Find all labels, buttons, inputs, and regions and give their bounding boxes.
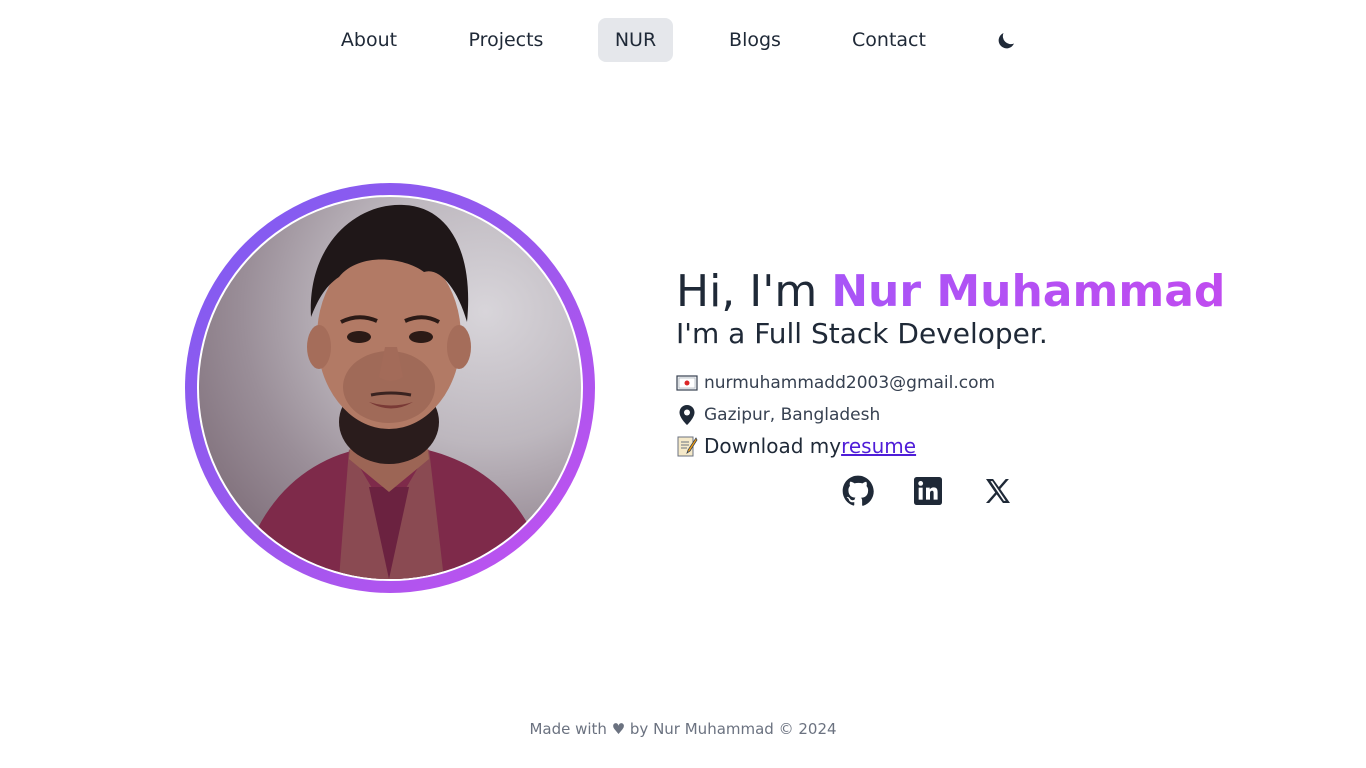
theme-toggle-button[interactable] <box>994 29 1018 53</box>
nav-home-brand[interactable]: NUR <box>598 18 673 62</box>
x-icon <box>986 479 1010 503</box>
location-text: Gazipur, Bangladesh <box>704 405 881 425</box>
linkedin-link[interactable] <box>912 475 944 507</box>
moon-icon <box>998 33 1014 49</box>
resume-prefix: Download my <box>704 434 842 458</box>
avatar <box>199 197 581 579</box>
location-pin-icon <box>679 405 695 425</box>
email-text[interactable]: nurmuhammadd2003@gmail.com <box>704 373 995 393</box>
nav-projects[interactable]: Projects <box>461 18 551 62</box>
greeting-prefix: Hi, I'm <box>676 266 832 317</box>
location-row: Gazipur, Bangladesh <box>676 404 880 426</box>
top-nav: About Projects NUR Blogs Contact <box>0 18 1366 62</box>
avatar-ring <box>185 183 595 593</box>
hero-name: Nur Muhammad <box>831 266 1226 317</box>
github-link[interactable] <box>842 475 874 507</box>
memo-icon <box>677 436 698 457</box>
nav-blogs[interactable]: Blogs <box>721 18 789 62</box>
nav-about[interactable]: About <box>333 18 405 62</box>
footer-credit: Made with ♥ by Nur Muhammad © 2024 <box>529 720 837 738</box>
hero-role: I'm a Full Stack Developer. <box>676 317 1048 350</box>
resume-row: Download my resume <box>676 434 916 458</box>
x-link[interactable] <box>982 475 1014 507</box>
linkedin-icon <box>914 477 942 505</box>
profile-photo <box>239 204 549 579</box>
nav-contact[interactable]: Contact <box>846 18 932 62</box>
email-row: nurmuhammadd2003@gmail.com <box>676 372 995 394</box>
resume-link[interactable]: resume <box>841 434 916 458</box>
envelope-icon <box>676 375 698 391</box>
hero-greeting: Hi, I'm Nur Muhammad <box>676 266 1225 317</box>
github-icon <box>842 475 874 506</box>
